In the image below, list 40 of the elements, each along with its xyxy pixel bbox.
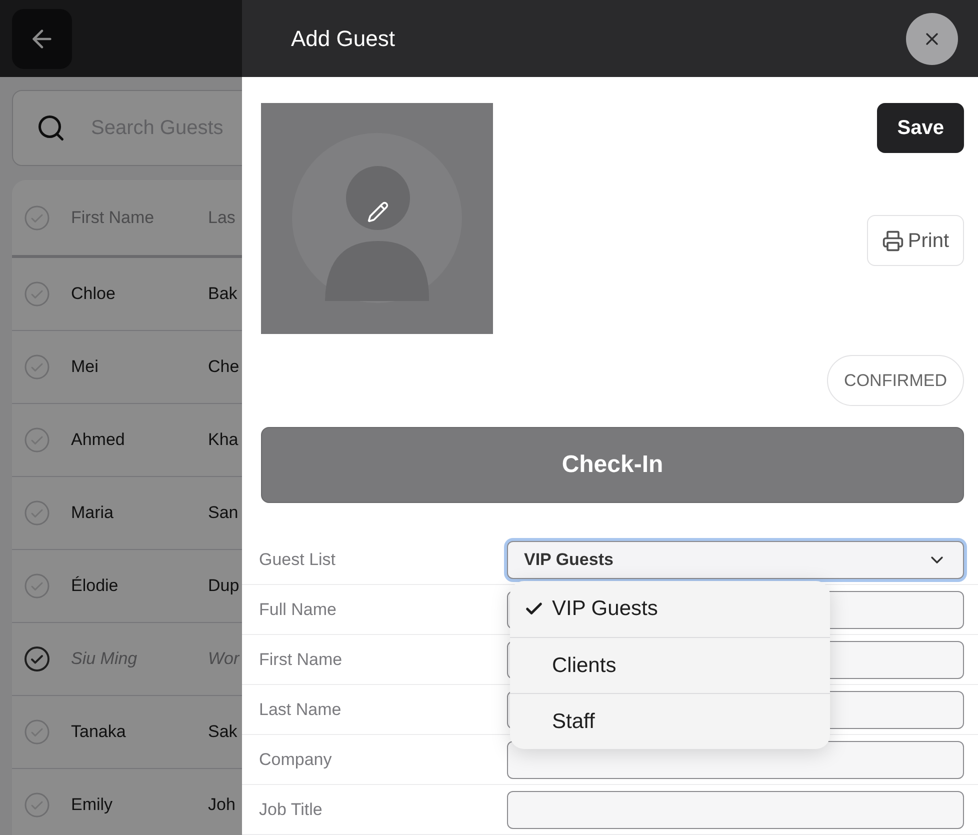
table-cell-text: Mei — [71, 356, 100, 378]
table-cell-text: Tanaka — [71, 721, 127, 744]
check-circle-icon[interactable] — [24, 646, 50, 672]
table-cell-text: Sak — [208, 721, 238, 744]
table-cell-text: Élodie — [71, 575, 120, 598]
text-input[interactable] — [507, 790, 964, 828]
field-label: Company — [259, 748, 333, 771]
save-button[interactable]: Save — [877, 103, 964, 153]
search-icon — [36, 113, 66, 143]
table-cell-text: Bak — [208, 283, 238, 306]
table-cell-text: Siu Ming — [71, 648, 138, 670]
field-label: Full Name — [259, 598, 338, 621]
field-label: First Name — [259, 648, 344, 671]
column-header: First Name — [71, 206, 156, 229]
table-cell-text: Wor — [208, 648, 240, 670]
print-button[interactable]: Print — [866, 215, 964, 266]
field-label: Job Title — [259, 798, 324, 821]
pencil-icon — [367, 201, 389, 223]
field-label: Guest List — [259, 548, 337, 571]
back-button[interactable] — [12, 8, 72, 68]
table-cell-text: Che — [208, 356, 240, 378]
table-cell-text: Emily — [71, 794, 114, 816]
table-cell-text: Ahmed — [71, 429, 126, 452]
column-header: Las — [208, 206, 236, 229]
photo-placeholder[interactable] — [261, 103, 493, 334]
table-cell-text: Kha — [208, 429, 238, 452]
table-cell-text: San — [208, 502, 238, 524]
printer-icon — [882, 230, 904, 252]
dropdown-option[interactable]: VIP Guests — [510, 581, 830, 637]
dropdown-option[interactable]: Clients — [510, 637, 830, 693]
table-cell-text: Maria — [71, 502, 115, 524]
panel-title: Add Guest — [291, 25, 395, 53]
close-button[interactable] — [906, 12, 958, 64]
table-cell-text: Chloe — [71, 283, 116, 306]
table-cell-text: Joh — [208, 794, 236, 816]
table-cell-text: Dup — [208, 575, 240, 598]
field-label: Last Name — [259, 698, 342, 721]
check-in-button[interactable]: Check-In — [261, 427, 964, 503]
status-badge: CONFIRMED — [827, 355, 964, 406]
dropdown-option[interactable]: Staff — [510, 693, 830, 749]
